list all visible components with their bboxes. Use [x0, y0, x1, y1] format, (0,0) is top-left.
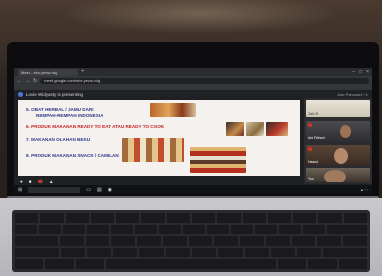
- participant-name: Hasrul: [308, 160, 319, 164]
- slide-item-number: 6.: [26, 124, 30, 129]
- system-tray[interactable]: ▴ ◦ ◦: [361, 187, 368, 192]
- slide-item-5-cont: REMPAH-REMPAH INDONESIA: [36, 113, 103, 118]
- task-view-icon[interactable]: ▭: [86, 187, 91, 193]
- participant-tile[interactable]: Hasrul: [306, 145, 370, 165]
- ready-meal-photo: [266, 122, 288, 136]
- slide-item-5: 5. OBAT HERBAL / JAMU DARI: [26, 107, 93, 112]
- participant-tile[interactable]: Zaki R.: [306, 100, 370, 117]
- arrow-right-icon[interactable]: →: [25, 78, 30, 84]
- folder-icon[interactable]: ▤: [97, 187, 102, 193]
- minimize-icon[interactable]: –: [352, 69, 355, 75]
- slide-item-number: 8.: [26, 153, 30, 158]
- tab-label: Meet - ebx-yecw-rdg: [21, 69, 58, 75]
- meeting-topbar: Lovie Widyasty is presenting Ade Paruwan…: [14, 90, 372, 98]
- participant-name: You: [308, 177, 314, 181]
- slide-item-text: MAKANAN OLAHAN BEKU: [31, 137, 91, 142]
- slide-item-number: 5.: [26, 107, 30, 112]
- close-icon[interactable]: ×: [366, 69, 369, 75]
- herbal-food-photo: [150, 103, 196, 117]
- participant-video: [340, 125, 351, 138]
- slide-item-text: OBAT HERBAL / JAMU DARI: [31, 107, 94, 112]
- participant-tile[interactable]: Ani Fitriani: [306, 121, 370, 141]
- keyboard: [12, 210, 370, 272]
- slide-item-text: PRODUK MAKANAN READY TO EAT ATAU READY T…: [31, 124, 165, 129]
- maximize-icon[interactable]: □: [359, 69, 362, 75]
- present-icon[interactable]: ▲: [49, 179, 53, 184]
- window-controls: – □ ×: [352, 69, 369, 75]
- mic-off-icon: [308, 123, 312, 127]
- participant-video: [334, 148, 348, 164]
- meeting-controls: ● ■ ☎ ▲: [14, 178, 304, 185]
- participant-name: Ani Fitriani: [308, 136, 325, 140]
- meeting-participant-info[interactable]: Ade Paruwani +1: [337, 92, 368, 97]
- ready-meal-photo: [246, 122, 264, 136]
- slide-item-6: 6. PRODUK MAKANAN READY TO EAT ATAU READ…: [26, 124, 164, 129]
- slide-item-7: 7. MAKANAN OLAHAN BEKU: [26, 137, 90, 142]
- slide-item-8: 8. PRODUK MAKANAN SNACK / CAMILAN: [26, 153, 119, 158]
- windows-start-icon[interactable]: ⊞: [18, 187, 22, 193]
- participant-name: Zaki R.: [308, 112, 320, 116]
- laptop-screen: Meet - ebx-yecw-rdg + – □ × ← → ↻ meet.g…: [14, 68, 372, 194]
- reload-icon[interactable]: ↻: [33, 78, 37, 84]
- presenter-status: Lovie Widyasty is presenting: [26, 91, 84, 97]
- end-call-icon[interactable]: ☎: [37, 179, 43, 184]
- plus-icon[interactable]: +: [81, 69, 85, 75]
- browser-icon[interactable]: ◉: [108, 187, 112, 193]
- participants-panel: Zaki R. Ani Fitriani Hasrul You: [304, 98, 372, 184]
- address-bar[interactable]: meet.google.com/ebx-yecw-rdg: [40, 77, 369, 84]
- ready-meal-photo: [226, 122, 244, 136]
- frozen-food-photo: [122, 138, 184, 162]
- snack-products-photo: [190, 147, 246, 173]
- slide-item-text: REMPAH-REMPAH INDONESIA: [36, 113, 104, 118]
- taskbar-search[interactable]: [28, 186, 81, 193]
- participant-tile[interactable]: You: [306, 168, 370, 182]
- chandelier-glow: [60, 0, 340, 34]
- presenter-avatar: [18, 91, 23, 97]
- participant-video: [324, 170, 346, 182]
- browser-toolbar: ← → ↻ meet.google.com/ebx-yecw-rdg: [14, 76, 372, 85]
- shared-slide: 5. OBAT HERBAL / JAMU DARI REMPAH-REMPAH…: [18, 100, 300, 176]
- camera-icon[interactable]: ■: [29, 179, 32, 184]
- microphone-icon[interactable]: ●: [20, 179, 23, 184]
- slide-item-number: 7.: [26, 137, 30, 142]
- arrow-left-icon[interactable]: ←: [17, 78, 22, 84]
- browser-tabbar: Meet - ebx-yecw-rdg + – □ ×: [14, 68, 372, 76]
- windows-taskbar: ⊞ ▭ ▤ ◉ ▴ ◦ ◦: [14, 185, 372, 194]
- slide-item-text: PRODUK MAKANAN SNACK / CAMILAN: [31, 153, 119, 158]
- mic-off-icon: [308, 147, 312, 151]
- browser-tab[interactable]: Meet - ebx-yecw-rdg: [18, 68, 78, 76]
